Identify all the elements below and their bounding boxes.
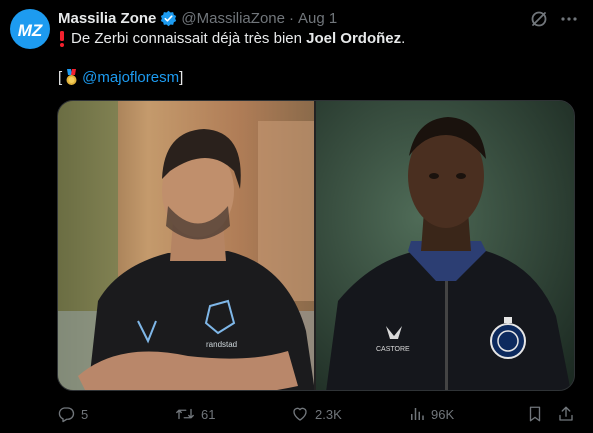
like-count: 2.3K: [315, 406, 342, 422]
views-count: 96K: [431, 406, 455, 422]
display-name[interactable]: Massilia Zone: [58, 10, 156, 27]
tweet-text-bold: Joel Ordoñez: [306, 30, 402, 47]
tweet-text-suffix: .: [401, 30, 406, 47]
repost-count: 61: [201, 406, 216, 422]
bracket-close: ]: [179, 69, 184, 86]
massilia-zone-logo-icon: MZ: [18, 21, 43, 40]
grok-icon[interactable]: [529, 9, 549, 34]
bookmark-icon: [529, 406, 541, 422]
tweet: MZ Massilia Zone @MassiliaZone · Aug 1 D…: [0, 0, 593, 433]
views-chart-icon: [411, 408, 424, 420]
verified-badge-icon: [160, 10, 177, 27]
svg-text:randstad: randstad: [206, 340, 237, 349]
tweet-header: Massilia Zone @MassiliaZone · Aug 1: [58, 8, 337, 28]
exclamation-icon: [58, 30, 66, 47]
timestamp[interactable]: Aug 1: [298, 10, 337, 27]
repost-icon: [176, 408, 194, 420]
like-button[interactable]: 2.3K: [291, 402, 342, 426]
tweet-text-line-1: De Zerbi connaissait déjà très bien Joel…: [58, 30, 405, 47]
reply-button[interactable]: 5: [57, 402, 88, 426]
reply-icon: [58, 407, 75, 423]
medal-icon: [64, 69, 79, 86]
tweet-text-line-2: [ @majofloresm ]: [58, 69, 183, 86]
mention-link[interactable]: @majofloresm: [82, 69, 179, 86]
action-bar: 5 61 2.3K 96K: [57, 402, 577, 426]
reply-count: 5: [81, 406, 89, 422]
views-button[interactable]: 96K: [409, 402, 454, 426]
svg-text:CASTORE: CASTORE: [376, 346, 410, 353]
media-grid[interactable]: randstad CASTORE: [57, 100, 575, 391]
separator-dot: ·: [288, 9, 294, 27]
photo-de-zerbi[interactable]: randstad: [58, 101, 314, 390]
share-icon: [559, 406, 573, 421]
more-options-icon[interactable]: [559, 9, 579, 34]
share-button[interactable]: [557, 402, 575, 426]
svg-text:MZ: MZ: [18, 21, 43, 40]
avatar[interactable]: MZ: [10, 9, 50, 49]
repost-button[interactable]: 61: [175, 402, 215, 426]
photo-ordonez[interactable]: CASTORE: [316, 101, 574, 390]
bracket-open: [: [58, 69, 63, 86]
heart-icon: [293, 407, 307, 421]
bookmark-button[interactable]: [527, 402, 543, 426]
tweet-text: De Zerbi connaissait déjà très bien: [71, 30, 307, 47]
handle[interactable]: @MassiliaZone: [181, 10, 285, 27]
